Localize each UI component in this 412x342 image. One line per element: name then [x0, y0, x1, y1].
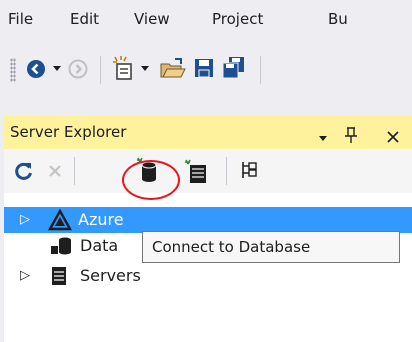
toolbar-separator [260, 56, 261, 84]
pin-icon[interactable] [344, 124, 358, 146]
new-item-icon[interactable] [112, 56, 136, 82]
forward-icon[interactable] [68, 59, 88, 79]
dropdown-arrow-icon[interactable] [52, 66, 62, 72]
toolbar-separator [74, 157, 75, 185]
menu-view[interactable]: View [134, 10, 170, 28]
panel-header: Server Explorer [4, 116, 412, 149]
server-tree: ▷ Azure Data ▷ Servers [4, 193, 412, 342]
open-folder-icon[interactable] [160, 58, 186, 80]
menu-edit[interactable]: Edit [70, 10, 99, 28]
stop-icon[interactable] [48, 164, 62, 178]
tooltip: Connect to Database [142, 231, 400, 263]
toolbar-grip[interactable] [10, 58, 16, 82]
dropdown-arrow-icon[interactable] [140, 66, 150, 72]
servers-icon [52, 267, 66, 285]
main-toolbar [0, 44, 412, 94]
refresh-icon[interactable] [14, 161, 34, 181]
tree-item-label: Azure [78, 210, 124, 229]
data-connections-icon [51, 237, 71, 255]
panel-title: Server Explorer [10, 123, 127, 141]
expand-arrow-icon[interactable]: ▷ [20, 268, 30, 283]
tree-item-azure[interactable]: ▷ Azure [4, 207, 412, 233]
panel-gap [0, 94, 412, 116]
properties-icon[interactable] [240, 160, 260, 180]
menu-project[interactable]: Project [212, 10, 263, 28]
save-icon[interactable] [194, 58, 214, 78]
menu-bar: File Edit View Project Bu [0, 0, 412, 44]
toolbar-separator [100, 56, 101, 84]
server-explorer-panel: Server Explorer ▷ Azure Data ▷ Servers [4, 116, 412, 342]
tooltip-text: Connect to Database [152, 238, 311, 256]
toolbar-separator [226, 157, 227, 185]
azure-icon [48, 209, 72, 231]
save-all-icon[interactable] [222, 56, 246, 80]
close-icon[interactable] [386, 126, 400, 148]
highlight-circle [122, 160, 180, 200]
tree-item-label: Servers [80, 266, 141, 285]
tree-item-servers[interactable]: ▷ Servers [4, 263, 412, 289]
tree-item-label: Data [80, 236, 119, 255]
dropdown-arrow-icon[interactable] [318, 128, 328, 150]
expand-arrow-icon[interactable]: ▷ [20, 212, 30, 227]
panel-toolbar [4, 149, 412, 193]
connect-to-server-icon[interactable] [184, 159, 210, 185]
menu-file[interactable]: File [8, 10, 33, 28]
back-icon[interactable] [26, 59, 46, 79]
menu-build[interactable]: Bu [328, 10, 348, 28]
